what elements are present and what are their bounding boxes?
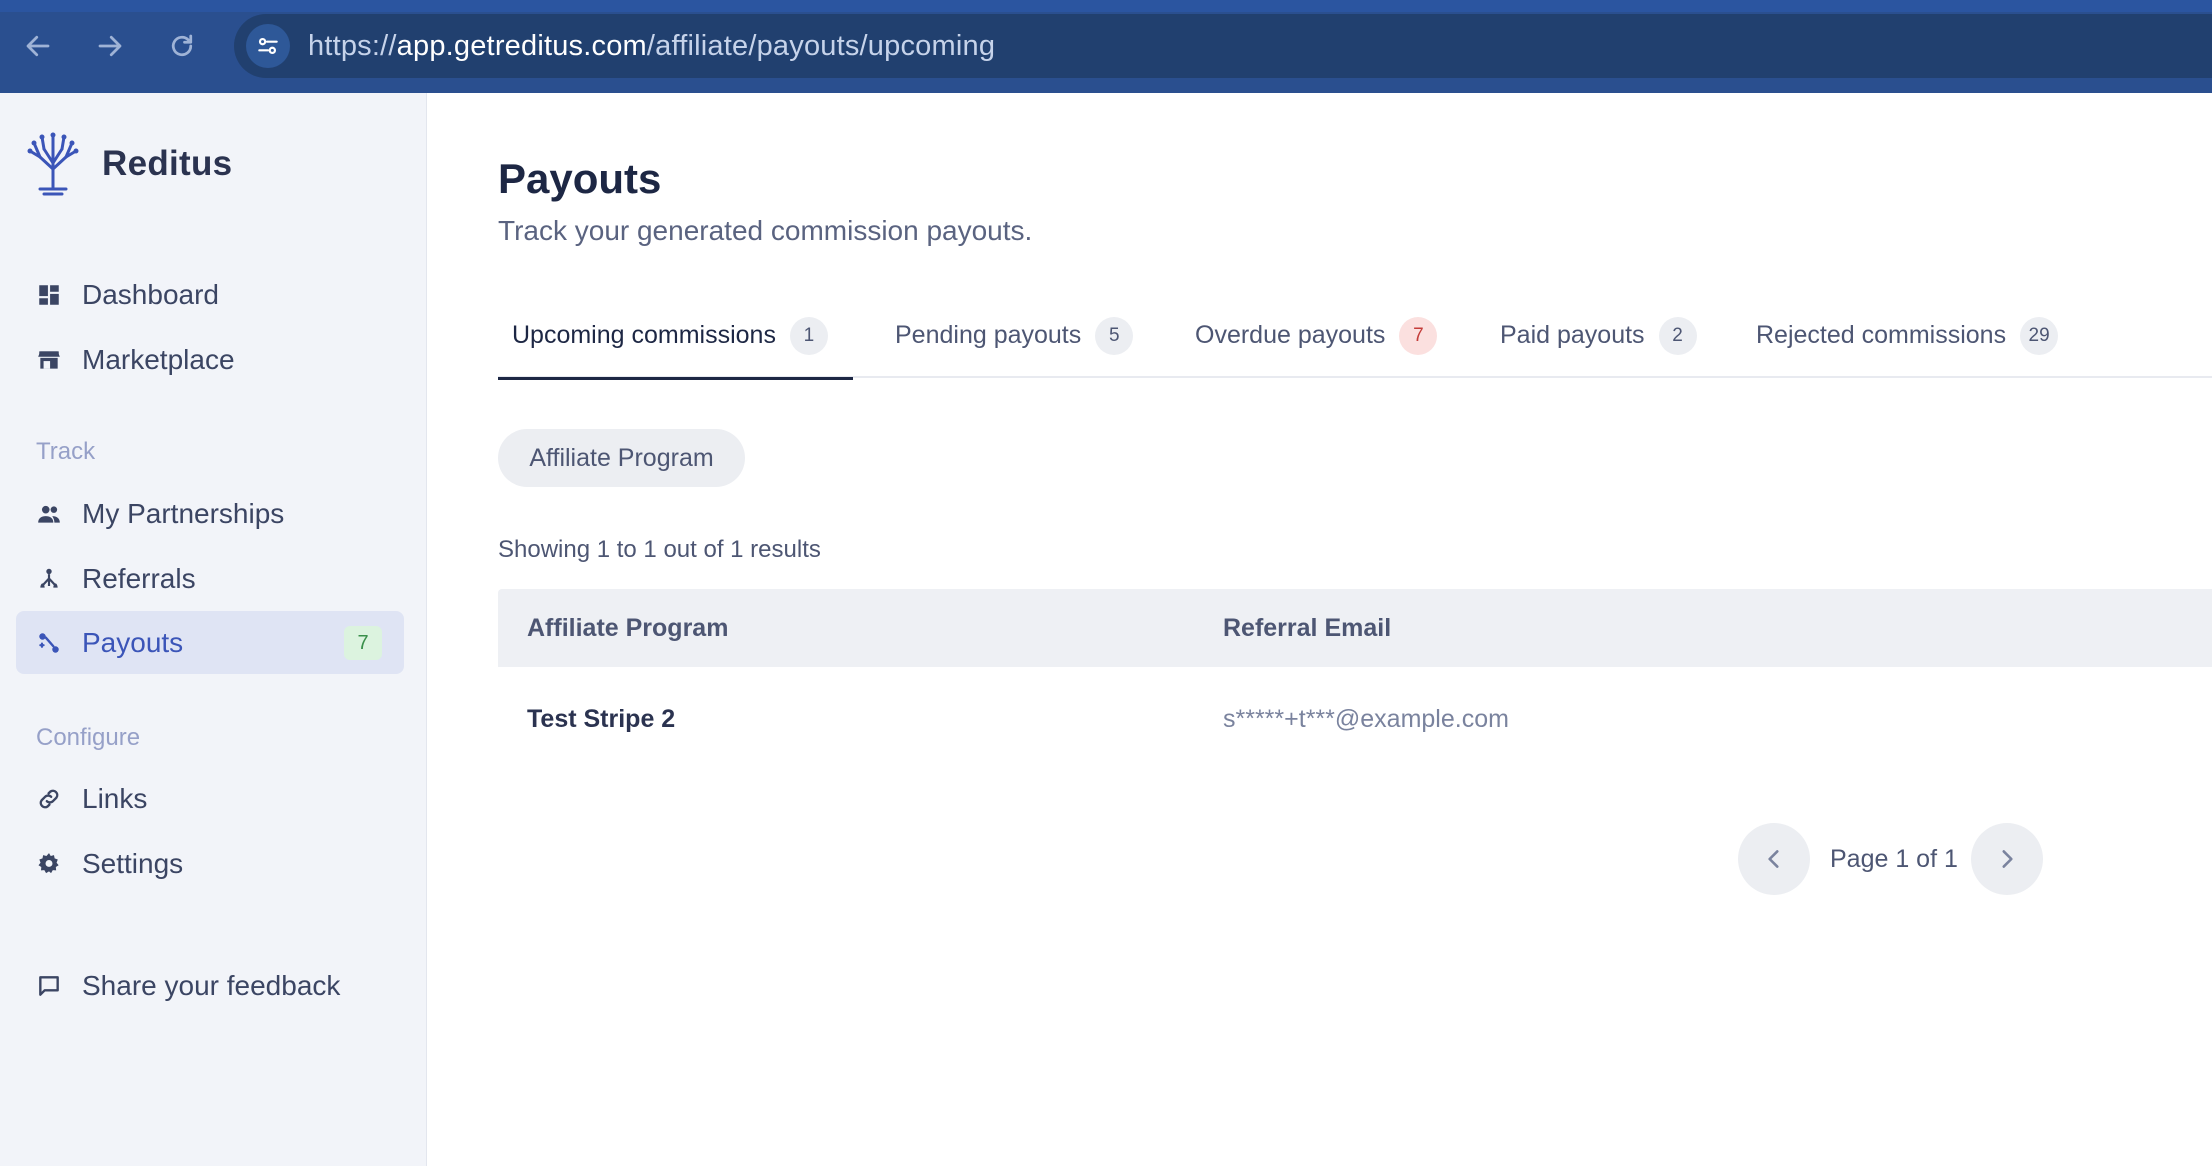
results-summary: Showing 1 to 1 out of 1 results [498,536,821,563]
payout-tabs: Upcoming commissions 1 Pending payouts 5… [498,293,2212,380]
people-icon [34,499,64,529]
site-info-button[interactable] [246,24,290,68]
sidebar-item-label: Dashboard [82,278,219,310]
feedback-label: Share your feedback [82,969,341,1001]
network-icon [34,564,64,594]
link-icon [34,784,64,814]
tune-icon [258,37,278,55]
payouts-icon [34,628,64,658]
sidebar-item-settings[interactable]: Settings [16,832,404,895]
sidebar-item-marketplace[interactable]: Marketplace [16,328,404,391]
tab-label: Pending payouts [895,321,1082,349]
column-header-affiliate-program[interactable]: Affiliate Program [527,589,728,667]
share-feedback-button[interactable]: Share your feedback [16,954,404,1017]
page-indicator: Page 1 of 1 [1830,845,1958,873]
tab-label: Rejected commissions [1756,321,2007,349]
chevron-right-icon [2002,850,2013,868]
table-header: Affiliate Program Referral Email [498,589,2212,667]
tab-label: Overdue payouts [1195,321,1386,349]
arrow-right-icon [98,35,122,57]
page-title: Payouts [498,155,662,202]
tab-count-badge: 1 [789,316,828,355]
tab-count-badge: 29 [2020,316,2059,355]
browser-toolbar: https://app.getreditus.com/affiliate/pay… [0,0,2212,93]
chevron-left-icon [1768,850,1779,868]
sidebar-item-referrals[interactable]: Referrals [16,547,404,610]
section-label-configure: Configure [36,724,141,751]
sidebar-item-label: Marketplace [82,343,235,375]
sidebar-item-my-partnerships[interactable]: My Partnerships [16,482,404,545]
pagination: Page 1 of 1 [1738,823,2048,895]
tab-label: Paid payouts [1500,321,1645,349]
url-host: app.getreditus.com [396,30,647,62]
dashboard-icon [34,280,64,310]
tree-logo-icon [27,132,79,196]
sidebar-item-label: Referrals [82,562,196,594]
back-button[interactable] [20,28,56,64]
affiliate-program-filter[interactable]: Affiliate Program [498,429,745,487]
tab-count-badge: 7 [1399,316,1438,355]
url-scheme: https:// [308,30,397,62]
store-icon [34,345,64,375]
tab-label: Upcoming commissions [512,321,776,349]
sidebar-item-payouts[interactable]: Payouts 7 [16,611,404,674]
url-text[interactable]: https://app.getreditus.com/affiliate/pay… [308,30,995,63]
main-content: Payouts Track your generated commission … [428,93,2212,1166]
sidebar-item-label: Payouts [82,626,184,658]
tab-overdue-payouts[interactable]: Overdue payouts 7 [1195,293,1438,378]
tab-count-badge: 2 [1658,316,1697,355]
arrow-left-icon [26,35,50,57]
payouts-table: Affiliate Program Referral Email Test St… [498,589,2212,771]
section-label-track: Track [36,438,96,465]
tab-paid-payouts[interactable]: Paid payouts 2 [1500,293,1697,378]
sidebar-item-dashboard[interactable]: Dashboard [16,263,404,326]
feedback-icon [34,971,64,1001]
sidebar-item-label: Links [82,782,148,814]
sidebar-item-label: My Partnerships [82,497,285,529]
tab-rejected-commissions[interactable]: Rejected commissions 29 [1756,293,2059,378]
next-page-button[interactable] [1971,823,2043,895]
browser-tabstrip [0,0,2212,12]
address-bar[interactable]: https://app.getreditus.com/affiliate/pay… [234,14,2212,78]
previous-page-button[interactable] [1738,823,1810,895]
url-path: /affiliate/payouts/upcoming [646,30,996,62]
tab-upcoming-commissions[interactable]: Upcoming commissions 1 [498,293,853,380]
brand-logo[interactable]: Reditus [18,129,232,199]
cell-affiliate-program: Test Stripe 2 [527,704,676,733]
tab-pending-payouts[interactable]: Pending payouts 5 [895,293,1134,378]
reload-button[interactable] [164,28,200,64]
gear-icon [34,849,64,879]
reload-icon [171,34,193,57]
tab-count-badge: 5 [1095,316,1134,355]
table-row[interactable]: Test Stripe 2 s*****+t***@example.com [498,667,2212,771]
sidebar-item-links[interactable]: Links [16,767,404,830]
sidebar: Reditus Dashboard Marketplace Track My P… [0,93,427,1166]
brand-name: Reditus [102,144,233,183]
page-subtitle: Track your generated commission payouts. [498,215,1033,246]
payouts-count-badge: 7 [344,626,382,660]
cell-referral-email: s*****+t***@example.com [1223,704,1509,733]
forward-button[interactable] [92,28,128,64]
sidebar-item-label: Settings [82,847,184,879]
column-header-referral-email[interactable]: Referral Email [1223,589,1391,667]
